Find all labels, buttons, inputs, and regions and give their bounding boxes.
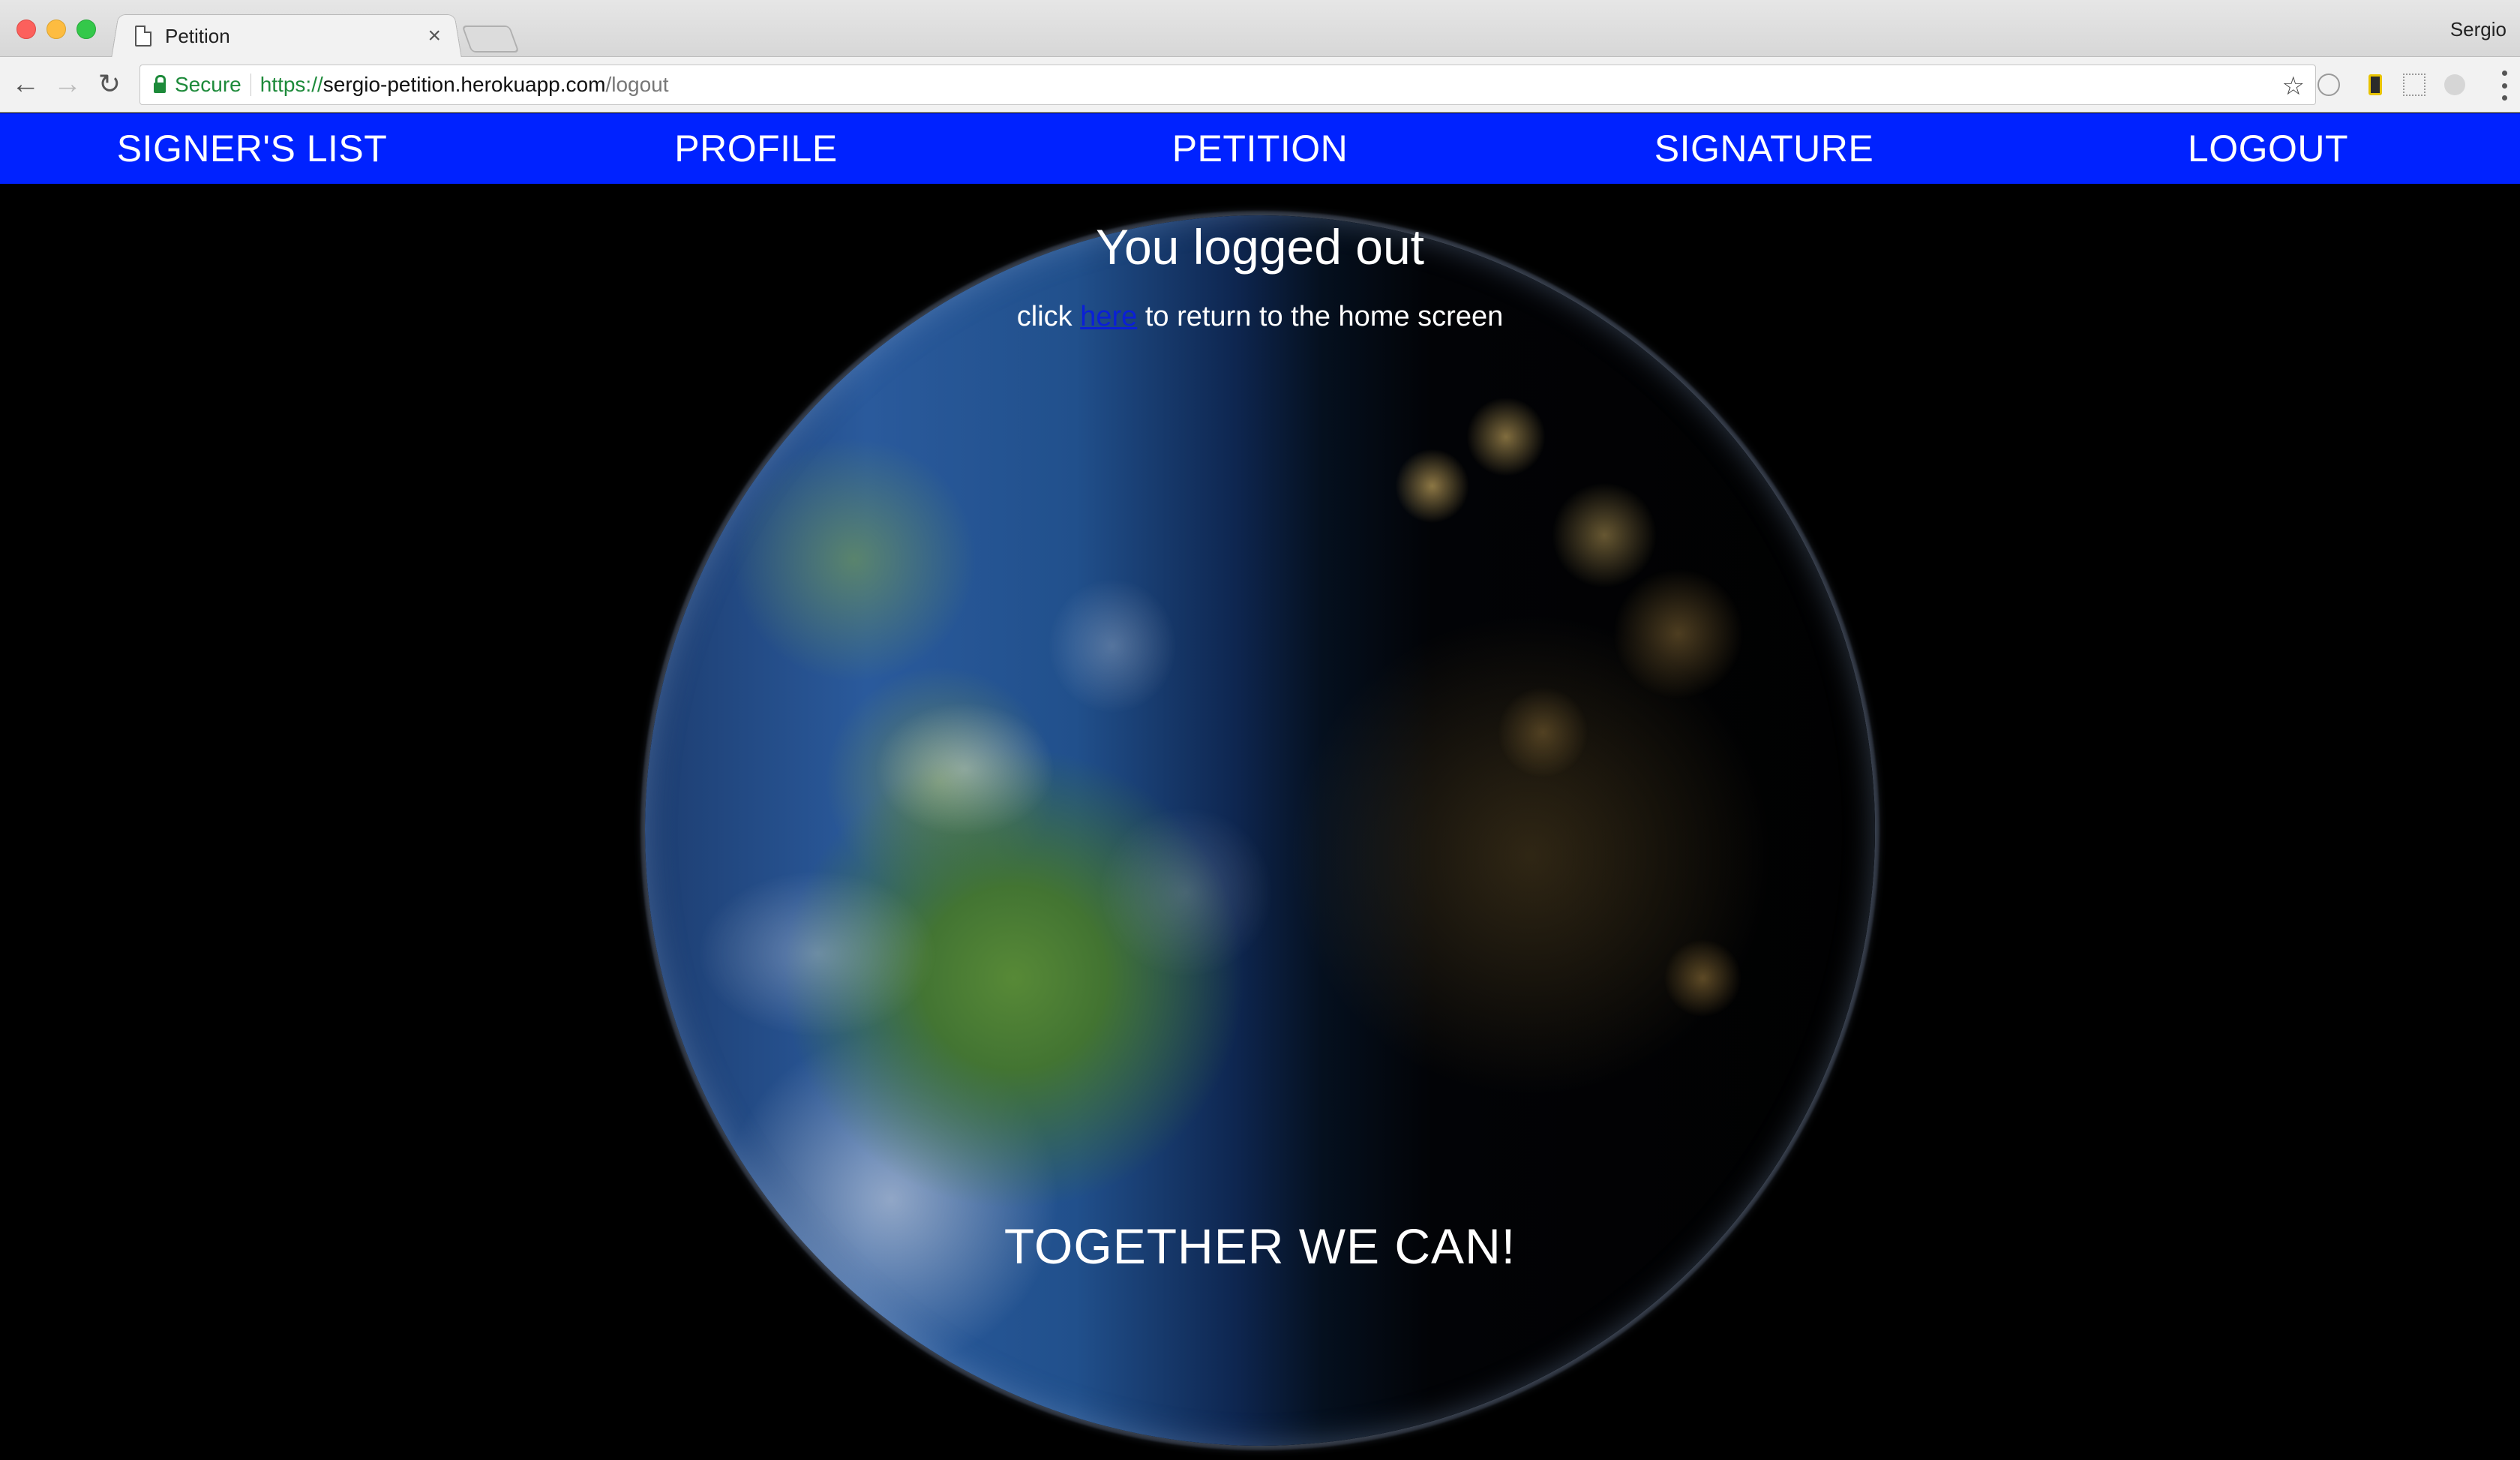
url-path: /logout: [605, 73, 669, 96]
close-window-button[interactable]: [16, 20, 36, 39]
lock-icon: [154, 75, 166, 93]
browser-menu-icon[interactable]: [2500, 71, 2508, 101]
reload-icon[interactable]: ↻: [93, 68, 126, 101]
main-content: You logged out click here to return to t…: [0, 113, 2520, 1460]
bookmark-star-icon[interactable]: ☆: [2282, 71, 2305, 101]
document-icon: [135, 26, 152, 47]
home-link[interactable]: here: [1080, 301, 1137, 332]
extension-circle-icon[interactable]: [2318, 74, 2340, 96]
return-home-message: click here to return to the home screen: [0, 301, 2520, 333]
url-scheme: https://: [260, 73, 323, 96]
address-bar[interactable]: Secure https:// sergio-petition.herokuap…: [140, 65, 2316, 105]
browser-titlebar: Petition × Sergio: [0, 0, 2520, 59]
page-viewport: SIGNER'S LIST PROFILE PETITION SIGNATURE…: [0, 113, 2520, 1460]
profile-name[interactable]: Sergio: [2450, 18, 2506, 41]
maximize-window-button[interactable]: [76, 20, 96, 39]
slogan: TOGETHER WE CAN!: [1004, 1218, 1516, 1274]
extension-round-icon[interactable]: [2442, 72, 2468, 98]
back-arrow-icon[interactable]: ←: [9, 68, 42, 101]
message-prefix: click: [1016, 301, 1081, 332]
address-divider: [250, 74, 251, 96]
new-tab-button[interactable]: [461, 26, 520, 53]
tab-close-icon[interactable]: ×: [428, 25, 441, 47]
page-title: You logged out: [1096, 219, 1424, 275]
minimize-window-button[interactable]: [46, 20, 66, 39]
extension-wallet-icon[interactable]: [2362, 72, 2388, 98]
secure-label: Secure: [175, 73, 242, 96]
tab-title: Petition: [165, 24, 230, 47]
browser-toolbar: ← → ↻ Secure https:// sergio-petition.he…: [0, 57, 2520, 113]
extension-grid-icon[interactable]: [2402, 72, 2427, 98]
url-host: sergio-petition.herokuapp.com: [322, 73, 606, 96]
message-suffix: to return to the home screen: [1137, 301, 1504, 332]
browser-tab[interactable]: Petition ×: [126, 15, 456, 57]
forward-arrow-icon[interactable]: →: [51, 68, 84, 101]
